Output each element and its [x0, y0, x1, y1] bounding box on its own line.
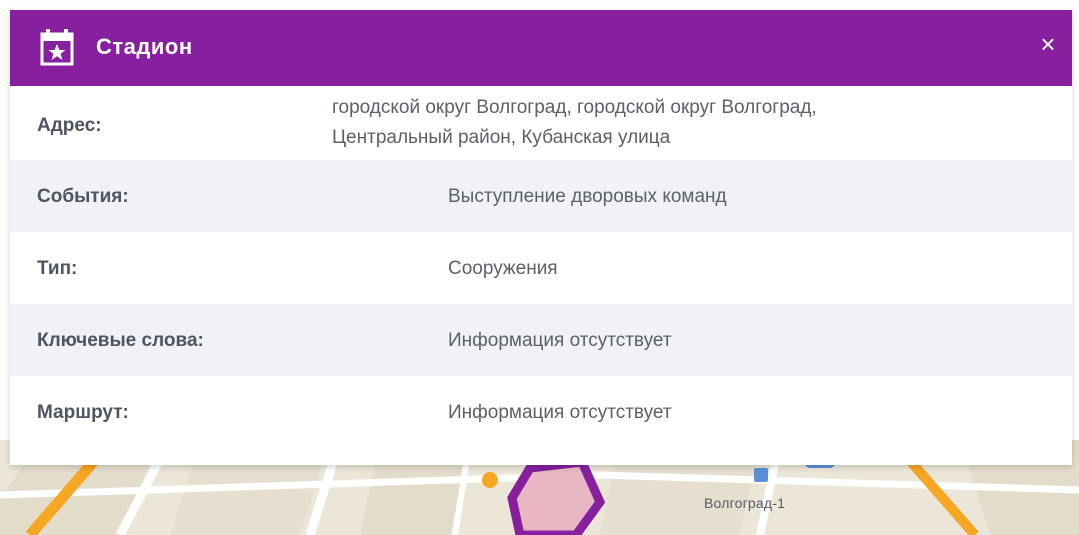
row-value: Информация отсутствует [448, 402, 672, 423]
row-value: Информация отсутствует [448, 330, 672, 351]
object-info-popup: Стадион × Адрес: городской округ Волгогр… [10, 10, 1072, 465]
map-station-label: Волгоград-1 [704, 495, 786, 511]
row-label: Тип: [37, 258, 78, 279]
info-row-keywords: Ключевые слова: Информация отсутствует [10, 304, 1072, 376]
row-label: Маршрут: [37, 402, 129, 423]
row-label: События: [37, 186, 129, 207]
address-line-1: городской округ Волгоград, городской окр… [332, 97, 817, 118]
address-line-2: Центральный район, Кубанская улица [332, 127, 671, 148]
row-value: городской округ Волгоград, городской окр… [332, 93, 1012, 153]
info-row-route: Маршрут: Информация отсутствует [10, 376, 1072, 448]
close-icon[interactable]: × [1034, 30, 1062, 58]
popup-header: Стадион × [10, 10, 1072, 86]
info-row-type: Тип: Сооружения [10, 232, 1072, 304]
info-row-address: Адрес: городской округ Волгоград, городс… [10, 86, 1072, 160]
info-table: Адрес: городской округ Волгоград, городс… [10, 86, 1072, 448]
calendar-star-icon [40, 29, 76, 67]
row-label: Адрес: [37, 115, 102, 136]
map-popup-screen: Волгоград-1 Стадион × Адрес: городской о… [0, 0, 1079, 535]
row-value: Сооружения [448, 258, 558, 279]
popup-title: Стадион [96, 34, 193, 59]
info-row-events: События: Выступление дворовых команд [10, 160, 1072, 232]
row-value: Выступление дворовых команд [448, 186, 727, 207]
row-label: Ключевые слова: [37, 330, 204, 351]
